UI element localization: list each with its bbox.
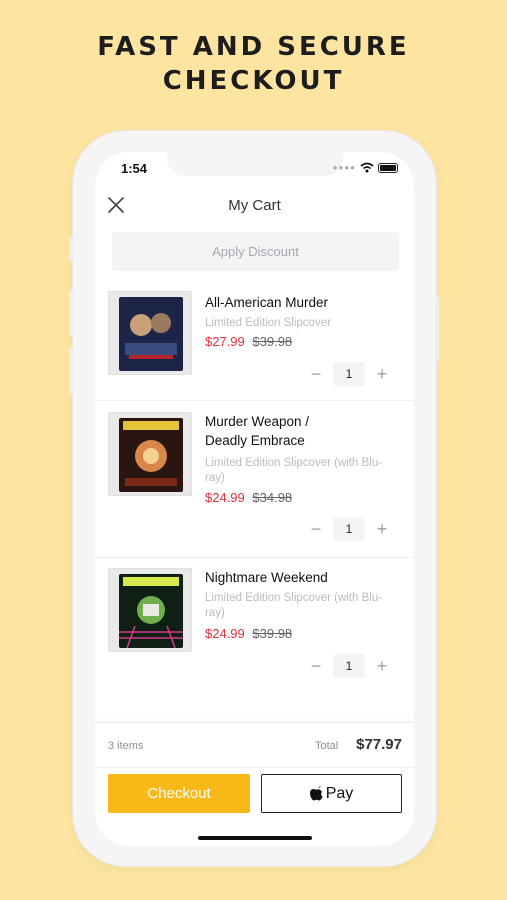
phone-side-button (435, 296, 439, 362)
page-title: My Cart (228, 197, 281, 214)
quantity-stepper: − 1 + (305, 654, 393, 678)
checkout-button[interactable]: Checkout (108, 774, 250, 813)
original-price: $39.98 (252, 334, 293, 349)
item-name[interactable]: All-American Murder (205, 293, 385, 312)
sale-price: $24.99 (205, 490, 245, 505)
minus-icon[interactable]: − (305, 655, 327, 677)
quantity-value[interactable]: 1 (333, 517, 365, 541)
cart-items: All-American Murder Limited Edition Slip… (95, 280, 414, 695)
item-count: 3 items (108, 740, 144, 752)
apple-pay-label: Pay (325, 784, 354, 802)
cart-item: Murder Weapon / Deadly Embrace Limited E… (95, 401, 414, 558)
cover-art (119, 574, 183, 648)
sale-price: $24.99 (205, 626, 245, 641)
quantity-stepper: − 1 + (305, 362, 393, 386)
product-image[interactable] (108, 412, 192, 496)
item-variant: Limited Edition Slipcover (with Blu-ray) (205, 457, 383, 484)
cart-item: All-American Murder Limited Edition Slip… (95, 280, 414, 401)
apply-discount-button[interactable]: Apply Discount (112, 232, 399, 271)
quantity-value[interactable]: 1 (333, 654, 365, 678)
status-icons: ●●●● (333, 162, 398, 173)
phone-screen: 1:54 ●●●● My Cart Apply Discount All-Ame… (95, 152, 414, 846)
apple-icon (309, 786, 323, 801)
original-price: $39.98 (252, 626, 293, 641)
product-image[interactable] (108, 568, 192, 652)
item-price: $27.99 $39.98 (205, 334, 292, 349)
total-label: Total (315, 740, 339, 752)
quantity-stepper: − 1 + (305, 517, 393, 541)
item-price: $24.99 $39.98 (205, 626, 292, 641)
item-name[interactable]: Nightmare Weekend (205, 568, 385, 587)
total-value: $77.97 (356, 736, 402, 753)
headline-line-1: FAST AND SECURE (97, 32, 410, 62)
headline-line-2: CHECKOUT (162, 66, 345, 96)
headline: FAST AND SECURE CHECKOUT (0, 30, 507, 98)
item-variant: Limited Edition Slipcover (205, 317, 331, 329)
apple-pay-button[interactable]: Pay (261, 774, 402, 813)
battery-icon (378, 162, 398, 173)
minus-icon[interactable]: − (305, 518, 327, 540)
plus-icon[interactable]: + (371, 518, 393, 540)
sale-price: $27.99 (205, 334, 245, 349)
plus-icon[interactable]: + (371, 363, 393, 385)
cover-art (119, 418, 183, 492)
cart-item: Nightmare Weekend Limited Edition Slipco… (95, 558, 414, 695)
phone-side-button (69, 290, 73, 336)
item-variant: Limited Edition Slipcover (with Blu-ray) (205, 592, 383, 619)
cart-footer: 3 items Total $77.97 Checkout Pay (95, 722, 414, 846)
status-time: 1:54 (121, 161, 148, 176)
phone-side-button (69, 348, 73, 394)
home-indicator (198, 836, 312, 840)
phone-side-button (69, 237, 73, 261)
wifi-icon (360, 162, 374, 173)
quantity-value[interactable]: 1 (333, 362, 365, 386)
cover-art (119, 297, 183, 371)
signal-icon: ●●●● (332, 163, 356, 172)
original-price: $34.98 (252, 490, 293, 505)
plus-icon[interactable]: + (371, 655, 393, 677)
divider (95, 767, 414, 768)
item-price: $24.99 $34.98 (205, 490, 292, 505)
item-name[interactable]: Murder Weapon / Deadly Embrace (205, 412, 345, 450)
minus-icon[interactable]: − (305, 363, 327, 385)
notch (167, 152, 343, 176)
cart-header: My Cart (95, 188, 414, 222)
product-image[interactable] (108, 291, 192, 375)
